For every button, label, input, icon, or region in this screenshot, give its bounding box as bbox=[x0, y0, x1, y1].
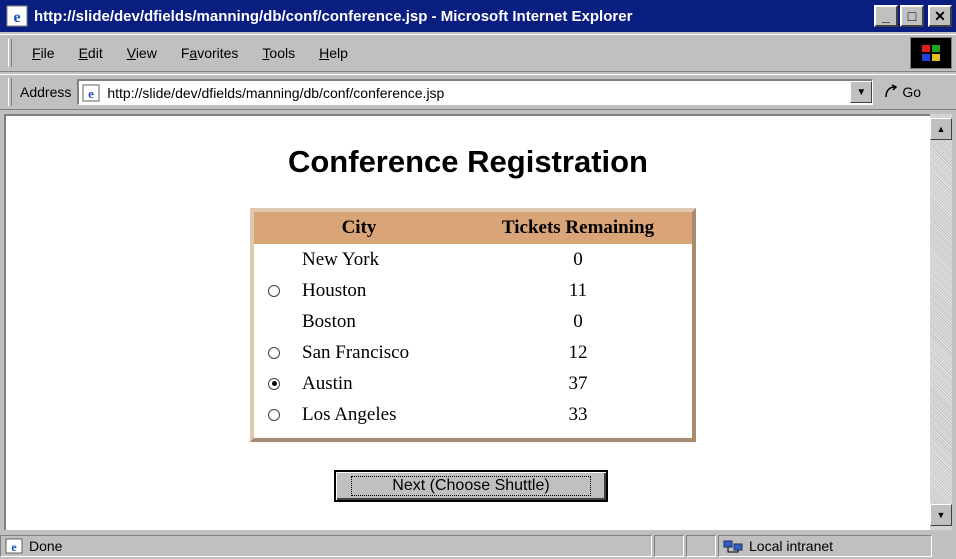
table-row: New York 0 bbox=[254, 244, 692, 275]
city-radio-button[interactable] bbox=[268, 346, 280, 359]
security-zone-panel: Local intranet bbox=[718, 535, 932, 557]
window-titlebar[interactable]: e http://slide/dev/dfields/manning/db/co… bbox=[0, 0, 956, 32]
address-input[interactable]: e http://slide/dev/dfields/manning/db/co… bbox=[77, 79, 874, 105]
page-content: Conference Registration City Tickets Rem… bbox=[4, 114, 930, 530]
status-text: Done bbox=[29, 538, 63, 554]
tickets-cell: 11 bbox=[568, 279, 588, 301]
svg-text:e: e bbox=[13, 9, 20, 26]
status-text-panel: e Done bbox=[0, 535, 652, 557]
scroll-down-button[interactable]: ▼ bbox=[930, 504, 952, 526]
toolbar-grip[interactable] bbox=[8, 39, 12, 67]
restore-icon: □ bbox=[907, 8, 917, 24]
menu-edit[interactable]: Edit bbox=[67, 45, 115, 61]
windows-logo-icon bbox=[910, 37, 952, 69]
city-cell: Austin bbox=[302, 372, 353, 394]
city-radio-button[interactable] bbox=[268, 377, 280, 390]
address-url: http://slide/dev/dfields/manning/db/conf… bbox=[107, 84, 445, 101]
go-arrow-icon bbox=[885, 84, 898, 98]
tickets-cell: 0 bbox=[573, 310, 583, 332]
radio-cell bbox=[254, 408, 294, 421]
status-bar: e Done Local intranet bbox=[0, 533, 956, 559]
scroll-up-button[interactable]: ▲ bbox=[930, 118, 952, 140]
table-header-row: City Tickets Remaining bbox=[254, 212, 692, 244]
page-icon: e bbox=[82, 84, 100, 101]
tickets-cell: 37 bbox=[568, 372, 588, 394]
tickets-cell: 33 bbox=[568, 403, 588, 425]
menu-view[interactable]: View bbox=[115, 45, 169, 61]
zone-text: Local intranet bbox=[749, 538, 834, 554]
address-bar: Address e http://slide/dev/dfields/manni… bbox=[0, 74, 956, 110]
local-intranet-icon bbox=[723, 540, 743, 553]
vertical-scrollbar[interactable]: ▲ ▼ bbox=[930, 114, 952, 530]
up-arrow-icon: ▲ bbox=[936, 124, 946, 134]
city-cell: Los Angeles bbox=[302, 403, 397, 425]
next-button-label: Next (Choose Shuttle) bbox=[351, 476, 591, 496]
menu-favorites[interactable]: Favorites bbox=[169, 45, 251, 61]
registration-table: City Tickets Remaining New York 0 Houston 1… bbox=[250, 208, 696, 442]
tickets-column-header: Tickets Remaining bbox=[501, 217, 655, 238]
restore-button[interactable]: □ bbox=[900, 5, 924, 27]
minimize-icon: _ bbox=[882, 8, 890, 24]
table-row: Boston 0 bbox=[254, 306, 692, 337]
status-panel bbox=[686, 535, 716, 557]
svg-text:e: e bbox=[11, 540, 17, 554]
internet-explorer-icon: e bbox=[6, 5, 28, 27]
city-radio-button[interactable] bbox=[268, 408, 280, 421]
page-title: Conference Registration bbox=[287, 144, 648, 179]
city-radio-button[interactable] bbox=[268, 284, 280, 297]
close-button[interactable]: ✕ bbox=[928, 5, 952, 27]
down-arrow-icon: ▼ bbox=[936, 510, 946, 520]
tickets-cell: 12 bbox=[568, 341, 588, 363]
go-label: Go bbox=[902, 84, 922, 100]
table-row[interactable]: San Francisco 12 bbox=[254, 337, 692, 368]
menu-file[interactable]: File bbox=[20, 45, 67, 61]
window-title: http://slide/dev/dfields/manning/db/conf… bbox=[34, 7, 633, 25]
toolbar-grip[interactable] bbox=[8, 78, 12, 106]
radio-cell bbox=[254, 346, 294, 359]
table-row[interactable]: Austin 37 bbox=[254, 368, 692, 399]
table-row[interactable]: Los Angeles 33 bbox=[254, 399, 692, 430]
menu-help[interactable]: Help bbox=[307, 45, 360, 61]
page-done-icon: e bbox=[5, 538, 23, 554]
city-cell: Boston bbox=[302, 310, 356, 332]
table-row[interactable]: Houston 11 bbox=[254, 275, 692, 306]
svg-text:e: e bbox=[88, 86, 94, 101]
dropdown-arrow-icon: ▼ bbox=[856, 86, 867, 98]
menu-tools[interactable]: Tools bbox=[250, 45, 307, 61]
menu-bar: File Edit View Favorites Tools Help bbox=[0, 34, 956, 72]
city-cell: New York bbox=[302, 248, 380, 270]
address-dropdown-button[interactable]: ▼ bbox=[850, 81, 873, 103]
city-column-header: City bbox=[341, 217, 377, 238]
city-cell: San Francisco bbox=[302, 341, 410, 363]
minimize-button[interactable]: _ bbox=[874, 5, 898, 27]
radio-cell bbox=[254, 377, 294, 390]
address-label: Address bbox=[20, 84, 72, 100]
go-button[interactable]: Go bbox=[883, 84, 921, 100]
tickets-cell: 0 bbox=[573, 248, 583, 270]
status-panel bbox=[654, 535, 684, 557]
close-icon: ✕ bbox=[934, 7, 946, 24]
city-cell: Houston bbox=[302, 279, 367, 301]
radio-cell bbox=[254, 284, 294, 297]
next-choose-shuttle-button[interactable]: Next (Choose Shuttle) bbox=[334, 470, 608, 502]
